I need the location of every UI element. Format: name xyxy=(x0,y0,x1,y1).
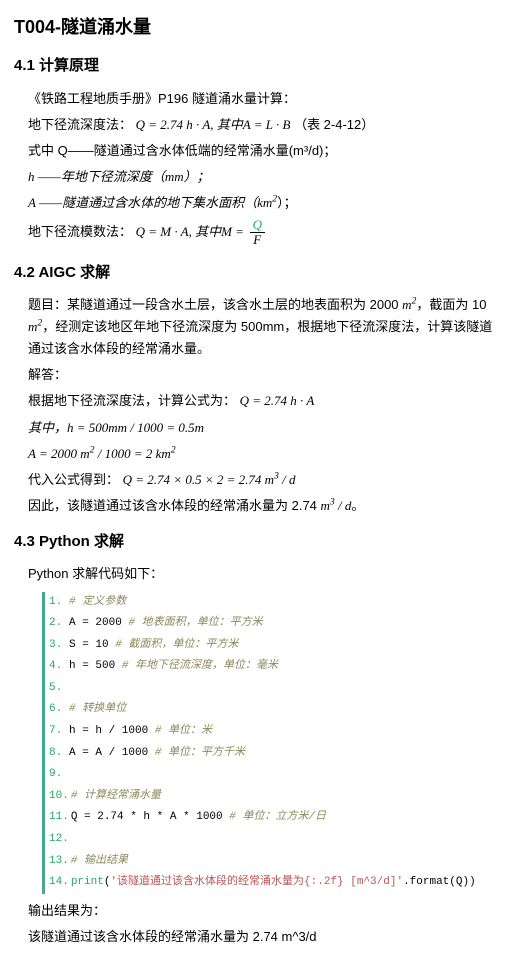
code-line: 7.h = h / 1000 # 单位：米 xyxy=(45,721,494,743)
page-title: T004-隧道涌水量 xyxy=(14,14,494,41)
s3-output-label: 输出结果为： xyxy=(28,900,494,922)
line-number: 14. xyxy=(49,874,69,892)
s1-l6b-formula: Q = M · A, 其中M = xyxy=(136,224,244,239)
line-number: 7. xyxy=(49,723,67,741)
s1-line5: A ——隧道通过含水体的地下集水面积（km2）； xyxy=(28,192,494,214)
fraction-q-over-f: Q F xyxy=(250,218,265,248)
code-text: A = A / 1000 # 单位：平方千米 xyxy=(69,745,245,763)
code-text: h = 500 # 年地下径流深度，单位：毫米 xyxy=(69,658,278,676)
s1-line2: 地下径流深度法： Q = 2.74 h · A, 其中A = L · B （表 … xyxy=(28,114,494,136)
s2-p7a-text: 因此，该隧道通过该含水体段的经常涌水量为 2.74 xyxy=(28,498,321,513)
s1-l5c-text: ）； xyxy=(277,195,297,210)
section-4-2-body: 题目：某隧道通过一段含水土层，该含水土层的地表面积为 2000 m2，截面为 1… xyxy=(14,294,494,517)
fraction-denominator: F xyxy=(250,233,265,247)
section-heading-4-3: 4.3 Python 求解 xyxy=(14,531,494,554)
s2-p3a-text: 根据地下径流深度法，计算公式为： xyxy=(28,393,236,408)
s1-l5a-text: A ——隧道通过含水体的地下集水面积（ xyxy=(28,195,257,210)
code-text: Q = 2.74 * h * A * 1000 # 单位：立方米/日 xyxy=(71,809,326,827)
s2-p3b-formula: Q = 2.74 h · A xyxy=(240,393,315,408)
code-line: 14.print('该隧道通过该含水体段的经常涌水量为{:.2f} [m^3/d… xyxy=(45,872,494,894)
code-line: 5. xyxy=(45,678,494,700)
s1-l5b-unit: km2 xyxy=(257,195,277,210)
code-line: 10.# 计算经常涌水量 xyxy=(45,786,494,808)
line-number: 10. xyxy=(49,788,69,806)
line-number: 1. xyxy=(49,594,67,612)
code-text: # 转换单位 xyxy=(69,701,126,719)
code-line: 11.Q = 2.74 * h * A * 1000 # 单位：立方米/日 xyxy=(45,807,494,829)
line-number: 6. xyxy=(49,701,67,719)
code-text xyxy=(69,766,76,784)
s2-formula-line: 根据地下径流深度法，计算公式为： Q = 2.74 h · A xyxy=(28,390,494,412)
s1-line3: 式中 Q——隧道通过含水体低端的经常涌水量(m³/d)； xyxy=(28,140,494,162)
s2-h-calc: 其中，h = 500mm / 1000 = 0.5m xyxy=(28,417,494,439)
code-text: S = 10 # 截面积，单位：平方米 xyxy=(69,637,238,655)
section-4-1-body: 《铁路工程地质手册》P196 隧道涌水量计算： 地下径流深度法： Q = 2.7… xyxy=(14,88,494,248)
s1-line4: h ——年地下径流深度（mm）； xyxy=(28,166,494,188)
code-text: # 定义参数 xyxy=(69,594,126,612)
s1-l2a-text: 地下径流深度法： xyxy=(28,117,132,132)
line-number: 8. xyxy=(49,745,67,763)
s1-l4-text: h ——年地下径流深度（mm）； xyxy=(28,169,210,184)
code-line: 13.# 输出结果 xyxy=(45,851,494,873)
code-line: 6.# 转换单位 xyxy=(45,699,494,721)
s2-answer-label: 解答： xyxy=(28,364,494,386)
s2-p4-text: 其中，h = 500mm / 1000 = 0.5m xyxy=(28,420,204,435)
line-number: 5. xyxy=(49,680,67,698)
s1-l6a-text: 地下径流模数法： xyxy=(28,224,132,239)
s3-output-value: 该隧道通过该含水体段的经常涌水量为 2.74 m^3/d xyxy=(28,926,494,948)
code-line: 8.A = A / 1000 # 单位：平方千米 xyxy=(45,743,494,765)
s1-line6: 地下径流模数法： Q = M · A, 其中M = Q F xyxy=(28,218,494,248)
code-text: print('该隧道通过该含水体段的经常涌水量为{:.2f} [m^3/d]'.… xyxy=(71,874,476,892)
code-line: 3.S = 10 # 截面积，单位：平方米 xyxy=(45,635,494,657)
s2-substitution: 代入公式得到： Q = 2.74 × 0.5 × 2 = 2.74 m3 / d xyxy=(28,469,494,491)
code-text: # 计算经常涌水量 xyxy=(71,788,161,806)
line-number: 3. xyxy=(49,637,67,655)
line-number: 12. xyxy=(49,831,69,849)
s2-conclusion: 因此，该隧道通过该含水体段的经常涌水量为 2.74 m3 / d。 xyxy=(28,495,494,517)
s1-l2c-text: （表 2-4-12） xyxy=(294,117,374,132)
code-line: 12. xyxy=(45,829,494,851)
line-number: 13. xyxy=(49,853,69,871)
fraction-numerator: Q xyxy=(250,218,265,233)
code-text xyxy=(69,680,76,698)
s1-line1: 《铁路工程地质手册》P196 隧道涌水量计算： xyxy=(28,88,494,110)
code-line: 9. xyxy=(45,764,494,786)
s2-p6a-text: 代入公式得到： xyxy=(28,472,119,487)
line-number: 4. xyxy=(49,658,67,676)
code-line: 4.h = 500 # 年地下径流深度，单位：毫米 xyxy=(45,656,494,678)
line-number: 9. xyxy=(49,766,67,784)
code-text: A = 2000 # 地表面积，单位：平方米 xyxy=(69,615,263,633)
line-number: 11. xyxy=(49,809,69,827)
s1-l2b-formula: Q = 2.74 h · A, 其中A = L · B xyxy=(136,117,291,132)
python-code-block: 1.# 定义参数2.A = 2000 # 地表面积，单位：平方米3.S = 10… xyxy=(42,592,494,894)
code-text xyxy=(71,831,78,849)
section-heading-4-1: 4.1 计算原理 xyxy=(14,55,494,78)
section-4-3-body: Python 求解代码如下： 1.# 定义参数2.A = 2000 # 地表面积… xyxy=(14,563,494,948)
s2-a-calc: A = 2000 m2 / 1000 = 2 km2 xyxy=(28,443,494,465)
line-number: 2. xyxy=(49,615,67,633)
section-heading-4-2: 4.2 AIGC 求解 xyxy=(14,262,494,285)
code-line: 1.# 定义参数 xyxy=(45,592,494,614)
code-text: # 输出结果 xyxy=(71,853,128,871)
code-line: 2.A = 2000 # 地表面积，单位：平方米 xyxy=(45,613,494,635)
code-text: h = h / 1000 # 单位：米 xyxy=(69,723,212,741)
s2-p7c-text: 。 xyxy=(351,498,364,513)
s3-intro: Python 求解代码如下： xyxy=(28,563,494,585)
s2-problem: 题目：某隧道通过一段含水土层，该含水土层的地表面积为 2000 m2，截面为 1… xyxy=(28,294,494,360)
